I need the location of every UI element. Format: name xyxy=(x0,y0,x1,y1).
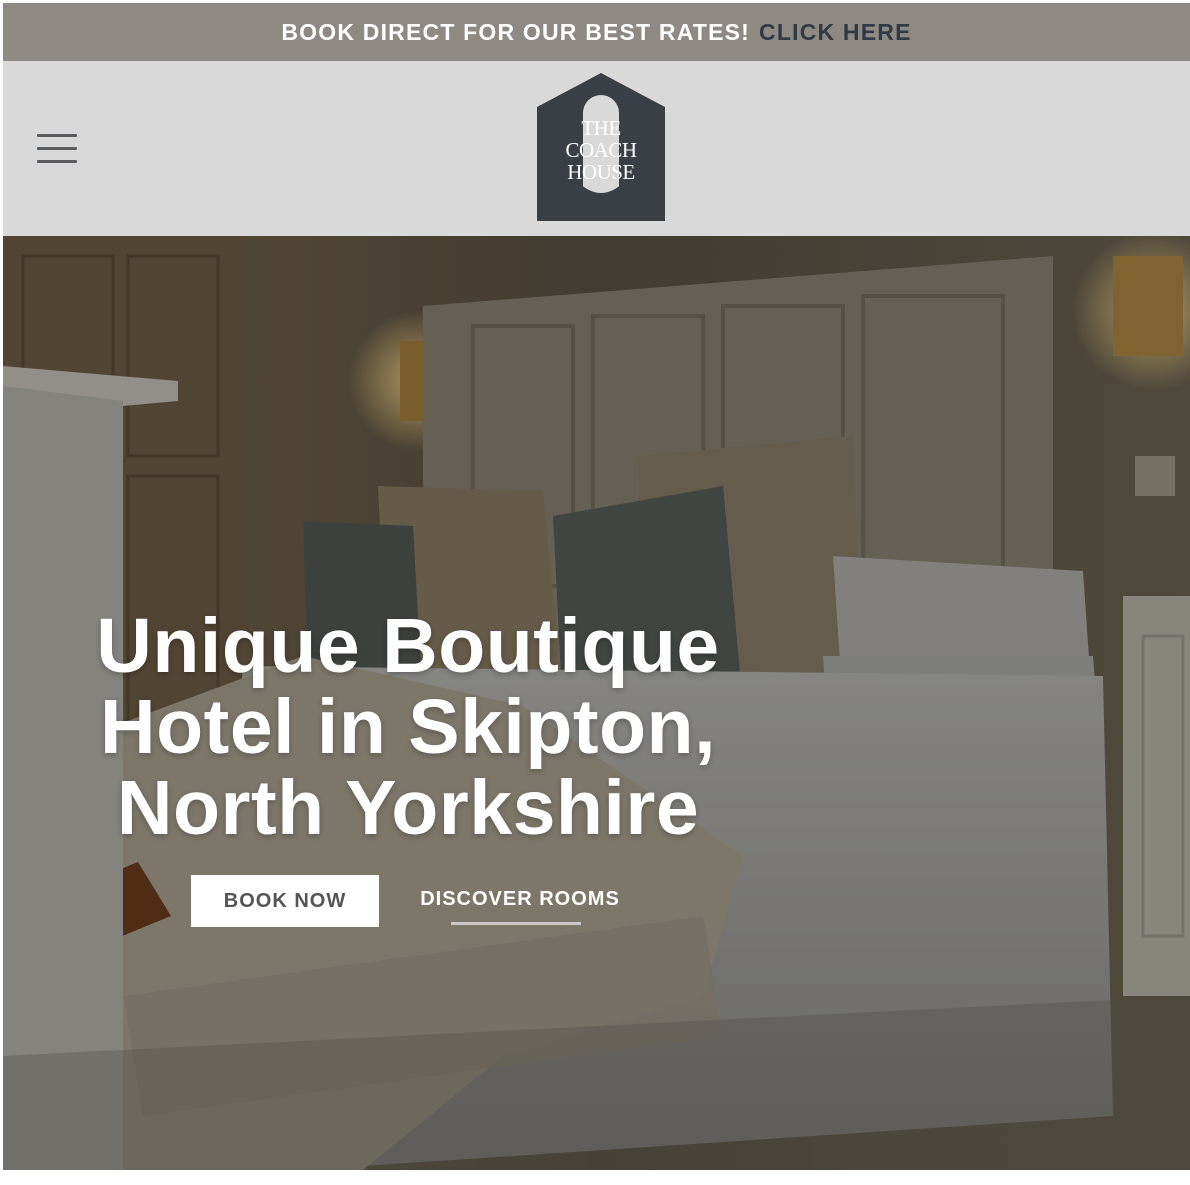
book-now-button[interactable]: BOOK NOW xyxy=(191,875,379,927)
logo-line: COACH xyxy=(565,138,637,162)
hero-title: Unique Boutique Hotel in Skipton, North … xyxy=(63,606,753,849)
site-header: THE COACH HOUSE xyxy=(3,61,1190,236)
hamburger-menu-icon[interactable] xyxy=(37,134,77,164)
logo-wordmark: THE COACH HOUSE xyxy=(537,117,665,183)
menu-line-icon xyxy=(37,147,77,150)
logo-line: HOUSE xyxy=(567,160,635,184)
menu-line-icon xyxy=(37,160,77,163)
discover-rooms-link[interactable]: DISCOVER ROOMS xyxy=(405,882,635,925)
page: BOOK DIRECT FOR OUR BEST RATES! CLICK HE… xyxy=(3,3,1190,1170)
announcement-text: BOOK DIRECT FOR OUR BEST RATES! xyxy=(281,18,751,45)
hero-title-line: North Yorkshire xyxy=(116,765,700,851)
hero-title-line: Unique Boutique xyxy=(96,603,720,689)
logo-line: THE xyxy=(581,116,621,140)
link-underline xyxy=(451,922,581,925)
hero-title-line: Hotel in Skipton, xyxy=(100,684,716,770)
site-logo[interactable]: THE COACH HOUSE xyxy=(537,73,665,221)
hero-section: Unique Boutique Hotel in Skipton, North … xyxy=(3,236,1190,1170)
menu-line-icon xyxy=(37,134,77,137)
click-here-link[interactable]: CLICK HERE xyxy=(759,19,912,46)
announcement-bar: BOOK DIRECT FOR OUR BEST RATES! CLICK HE… xyxy=(3,3,1190,61)
discover-rooms-label: DISCOVER ROOMS xyxy=(420,888,620,910)
